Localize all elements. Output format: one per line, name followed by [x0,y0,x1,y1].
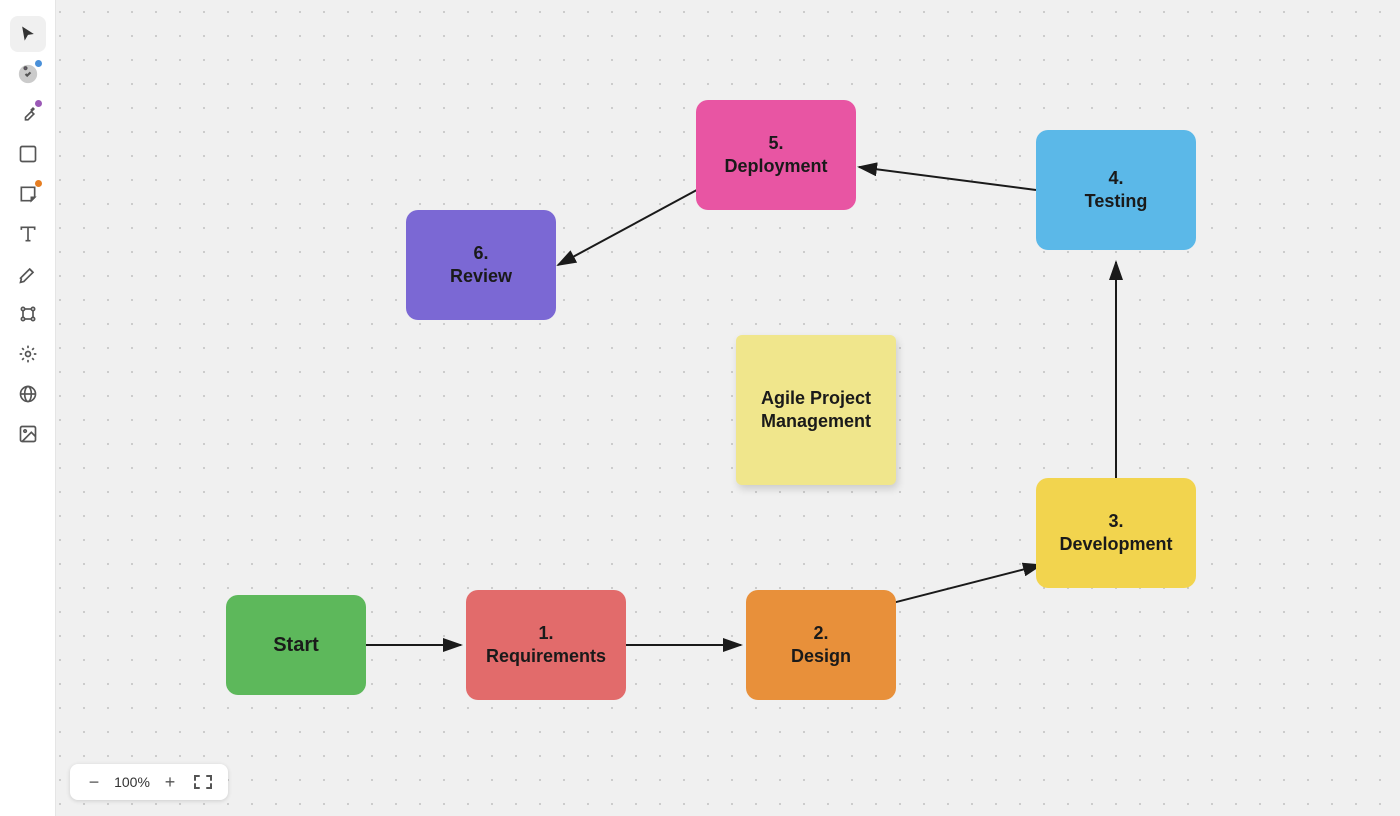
sidebar [0,0,56,816]
magic-tool-dot [35,60,42,67]
node-agile-line2: Management [761,410,871,433]
select-tool[interactable] [10,16,46,52]
node-agile-line1: Agile Project [761,387,871,410]
zoom-level: 100% [114,774,150,790]
node-testing[interactable]: 4. Testing [1036,130,1196,250]
zoom-out-button[interactable]: − [82,770,106,794]
node-design[interactable]: 2. Design [746,590,896,700]
node-design-line2: Design [791,645,851,668]
node-start[interactable]: Start [226,595,366,695]
fit-view-button[interactable] [190,773,216,791]
node-development-line2: Development [1059,533,1172,556]
node-requirements[interactable]: 1. Requirements [466,590,626,700]
node-design-line1: 2. [791,622,851,645]
node-requirements-line2: Requirements [486,645,606,668]
magic-tool[interactable] [10,56,46,92]
globe-tool[interactable] [10,376,46,412]
node-review-line2: Review [450,265,512,288]
smart-tool[interactable] [10,336,46,372]
node-testing-line2: Testing [1085,190,1148,213]
pen-tool[interactable] [10,96,46,132]
sticky-tool[interactable] [10,176,46,212]
node-development[interactable]: 3. Development [1036,478,1196,588]
pen-tool-dot [35,100,42,107]
node-review-line1: 6. [450,242,512,265]
node-deployment-line1: 5. [724,132,827,155]
node-testing-line1: 4. [1085,167,1148,190]
edit-tool[interactable] [10,256,46,292]
zoom-in-button[interactable]: + [158,770,182,794]
node-deployment[interactable]: 5. Deployment [696,100,856,210]
node-deployment-line2: Deployment [724,155,827,178]
image-tool[interactable] [10,416,46,452]
node-agile[interactable]: Agile Project Management [736,335,896,485]
text-tool[interactable] [10,216,46,252]
node-start-label: Start [273,632,319,658]
canvas[interactable]: Start 1. Requirements 2. Design 3. Devel… [56,0,1400,816]
node-development-line1: 3. [1059,510,1172,533]
zoom-bar: − 100% + [70,764,228,800]
node-review[interactable]: 6. Review [406,210,556,320]
node-requirements-line1: 1. [486,622,606,645]
shape-tool[interactable] [10,136,46,172]
connect-tool[interactable] [10,296,46,332]
sticky-tool-dot [35,180,42,187]
